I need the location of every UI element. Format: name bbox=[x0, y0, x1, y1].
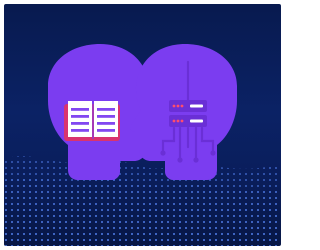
knowledge-vs-data-illustration bbox=[4, 4, 281, 246]
book-icon bbox=[64, 101, 120, 141]
image-card bbox=[0, 0, 285, 250]
illustration-svg bbox=[4, 44, 281, 246]
wave-dots-background bbox=[4, 156, 281, 246]
right-head bbox=[130, 44, 237, 180]
left-head bbox=[48, 44, 155, 180]
